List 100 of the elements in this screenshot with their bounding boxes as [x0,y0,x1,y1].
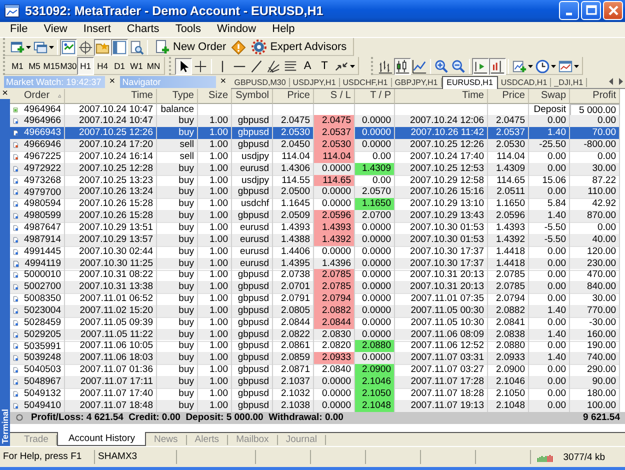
scroll-arrows-icon[interactable] [607,77,625,86]
timeframe-button[interactable]: W1 [128,57,145,76]
zoom-in-icon[interactable] [433,58,450,75]
column-header[interactable]: Time [65,88,157,104]
chart-tab[interactable]: _DJI,H1 [551,78,588,87]
table-cell: 1.4309 [355,162,395,176]
candlestick-icon[interactable] [394,58,411,75]
line-chart-icon[interactable] [411,58,428,75]
auto-scroll-icon[interactable] [472,58,489,75]
table-cell: 0.0000 [314,186,355,200]
new-order-button[interactable]: New Order [150,38,230,56]
menu-item[interactable]: Insert [75,23,119,36]
chart-shift-icon[interactable] [489,58,506,75]
target-icon[interactable] [77,38,94,56]
column-header[interactable]: Time [395,88,488,104]
menu-item[interactable]: Tools [167,23,209,36]
column-header[interactable]: Type [157,88,198,104]
timeframe-button[interactable]: D1 [111,57,128,76]
window-title: 531092: MetaTrader - Demo Account - EURUSD,H1 [25,4,324,18]
table-row[interactable]: 4972922 2007.10.25 12:28 buy 1.00 eurusd 1.4306 0.0000 1.4309 2007.10.25 12:53 1.4309 0.00 30.00 [10,162,620,175]
column-header[interactable]: Price [273,88,314,104]
table-cell: 2.0830 [314,328,355,342]
table-cell: 2007.10.31 13:38 [65,281,157,294]
close-button[interactable]: × [0,88,10,99]
table-row[interactable]: 4994119 2007.10.30 11:25 buy 1.00 eurusd 1.4395 1.4396 0.0000 2007.10.30 17:37 1.4418 0.00 230.00 [10,258,620,270]
table-cell: 4994119 [24,258,61,270]
table-cell: buy [157,162,198,176]
panel-window-icon[interactable] [111,38,128,56]
table-cell: 1.40 [529,210,570,224]
arrow-cursor-icon[interactable] [175,58,192,75]
table-cell: 1.00 [198,210,232,224]
table-cell: 1.4418 [488,258,529,271]
zoom-out-icon[interactable] [450,58,467,75]
chart-tab[interactable]: GBPUSD,M30 [231,78,290,87]
column-header[interactable]: Size [198,88,232,104]
table-cell: 2007.10.24 17:20 [65,139,157,152]
table-row[interactable]: 5029205 2007.11.05 11:22 buy 1.00 gbpusd 2.0822 2.0830 0.0000 2007.11.06 08:09 2.0838 1.40 160.00 [10,328,620,340]
table-row[interactable]: 4980599 2007.10.26 15:28 buy 1.00 gbpusd 2.0509 2.0596 2.0700 2007.10.29 13:43 2.0596 1.40 870.00 [10,210,620,222]
table-cell: 2.0596 [488,210,529,224]
table-row[interactable]: 5002700 2007.10.31 13:38 buy 1.00 gbpusd 2.0701 2.0785 0.0000 2007.10.31 20:13 2.0785 0.00 840.00 [10,281,620,294]
timeframe-button[interactable]: MN [145,57,162,76]
chart-tab[interactable]: EURUSD,H1 [442,76,498,89]
table-cell: 1.00 [198,186,232,200]
column-header[interactable]: Order [24,88,50,103]
column-header[interactable]: Swap [529,88,570,104]
menu-item[interactable]: File [2,23,36,36]
warning-icon[interactable] [230,38,248,56]
table-row[interactable]: 4987914 2007.10.29 13:57 buy 1.00 eurusd 1.4388 1.4392 0.0000 2007.10.30 01:53 1.4392 -5.50 40.00 [10,234,620,246]
timeframe-button[interactable]: M15 [43,57,60,76]
table-row[interactable]: 4966943 2007.10.25 12:26 buy 1.00 gbpusd 2.0530 2.0537 0.0000 2007.10.26 11:42 2.0537 1.40 70.00 [10,127,620,140]
panel-title-bar: Navigator [120,76,216,88]
table-row[interactable]: 4966946 2007.10.24 17:20 sell 1.00 gbpusd 2.0450 2.0530 0.0000 2007.10.25 12:26 2.0530 -25.50 -800.00 [10,139,620,151]
table-row[interactable]: 5049410 2007.11.07 18:48 buy 1.00 gbpusd 2.1038 0.0000 2.1048 2007.11.07 19:13 2.1048 0.00 100.00 [10,400,620,412]
table-row[interactable]: 5048967 2007.11.07 17:11 buy 1.00 gbpusd 2.1037 0.0000 2.1046 2007.11.07 17:28 2.1046 0.00 90.00 [10,376,620,388]
magnifier-document-icon[interactable] [128,38,145,56]
timeframe-button[interactable]: H1 [77,57,94,76]
expert-advisors-button[interactable]: Expert Advisors [247,38,351,56]
timeframe-button[interactable]: M1 [9,57,26,76]
menu-item[interactable]: Help [264,23,303,36]
table-cell: gbpusd [232,139,273,152]
table-cell: 1.00 [198,258,232,271]
text-tool-button[interactable]: T [316,57,333,76]
sort-arrow-icon[interactable] [58,92,61,99]
table-row[interactable]: 4979700 2007.10.26 13:24 buy 1.00 gbpusd 2.0500 0.0000 2.0570 2007.10.26 15:16 2.0511 0.00 110.00 [10,186,620,198]
column-header[interactable]: Symbol [232,88,273,104]
table-row[interactable]: 5023004 2007.11.02 15:20 buy 1.00 gbpusd 2.0805 2.0882 0.0000 2007.11.05 00:30 2.0882 1.40 770.00 [10,304,620,317]
table-row[interactable]: 4964966 2007.10.24 10:47 buy 1.00 gbpusd 2.0475 2.0475 0.0000 2007.10.24 12:06 2.0475 0.00 0.00 [10,115,620,128]
table-cell: 5028459 [24,316,61,329]
table-cell: 2007.11.06 18:03 [65,352,157,366]
close-button[interactable]: × [108,76,116,88]
timeframe-button[interactable]: M30 [60,57,77,76]
table-cell: 90.00 [570,376,620,389]
timeframe-button[interactable]: M5 [26,57,43,76]
text-tool-button[interactable]: A [299,57,316,76]
table-cell: 40.00 [570,234,620,247]
chart-tab[interactable]: USDCHF,H1 [340,78,392,87]
table-cell: 1.00 [198,162,232,176]
menu-item[interactable]: View [36,23,76,36]
chart-tab[interactable]: USDCAD,H1 [498,78,552,87]
star-folder-icon[interactable] [94,38,111,56]
table-cell: -25.50 [529,139,570,152]
column-header[interactable]: Price [488,88,529,104]
close-button[interactable]: × [219,76,228,88]
table-row[interactable]: 5039248 2007.11.06 18:03 buy 1.00 gbpusd 2.0859 2.0933 0.0000 2007.11.07 03:31 2.0933 1.40 740.00 [10,352,620,364]
menu-item[interactable]: Window [209,23,264,36]
table-cell: 2007.10.25 12:26 [395,139,488,152]
tab[interactable]: Account History [57,432,146,446]
column-header[interactable]: S / L [314,88,355,104]
chart-tab[interactable]: USDJPY,H1 [290,78,340,87]
timeframe-button[interactable]: H4 [94,57,111,76]
column-header[interactable]: Profit [570,88,620,104]
table-cell: 2007.10.26 13:24 [65,186,157,200]
quote-window-icon[interactable] [60,38,77,56]
table-cell: 2.1050 [355,388,395,401]
table-cell: 1.00 [198,328,232,342]
clock-icon[interactable] [534,58,551,75]
table-cell: 4972922 [24,162,61,175]
column-header[interactable]: T / P [355,88,395,104]
table-cell: 0.00 [529,281,570,294]
menu-item[interactable]: Charts [118,23,168,36]
